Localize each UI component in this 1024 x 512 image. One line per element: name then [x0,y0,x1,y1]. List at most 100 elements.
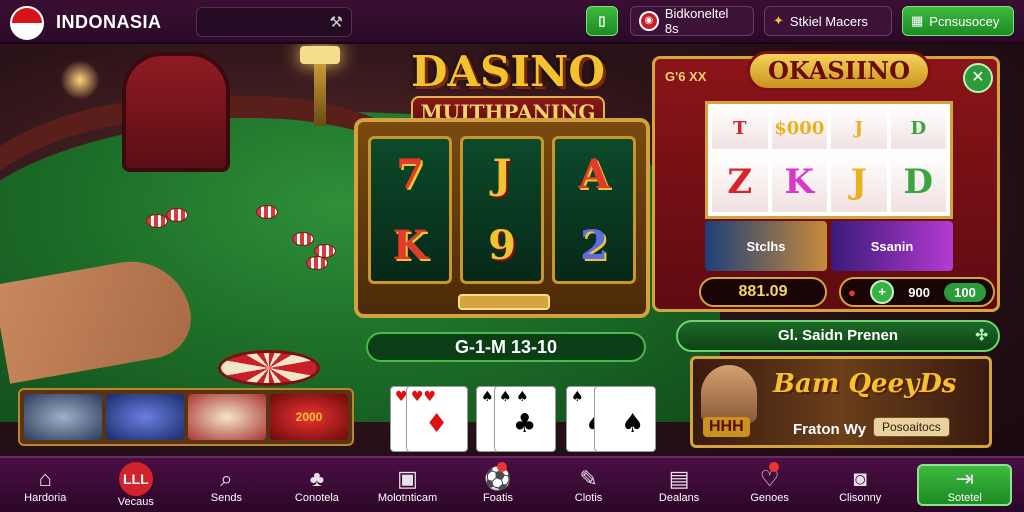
grid-cell: T [712,108,768,149]
ticket-icon: ✦ [773,13,784,28]
chip-stack [292,232,314,246]
chip-stack [256,205,278,219]
diamond-icon: ♦ [425,409,449,439]
header-button-label: Bidkoneltel 8s [664,6,729,36]
playing-card[interactable]: ♠ [594,386,656,452]
reel-symbol: 9 [488,222,516,269]
header-button-label: Stkiel Macers [789,13,868,29]
balance-display: 881.09 [699,277,827,307]
banner-title: Bam QeeyDs [773,369,957,399]
nav-label: Conotela [294,492,339,504]
grid-cell: J [831,108,887,149]
wallet-icon: ▯ [598,13,606,28]
nav-item-vecaus[interactable]: LLL Vecaus [91,458,182,512]
grid-cell: D [890,108,946,149]
promo-tile[interactable]: Ssanin [831,221,953,271]
top-bar: INDONASIA ⚒ ▯ ◉ Bidkoneltel 8s ✦ Stkiel … [0,0,1024,44]
chip-stack [166,208,188,222]
slot-logo: DASINO MUJTHPANING [388,50,628,128]
game-thumb[interactable]: 2000 [270,394,348,440]
search-input[interactable]: ⚒ [196,7,352,37]
slot-readout: G-1-M 13-10 [366,332,646,362]
grid-cell: K [771,152,827,212]
reel-symbol: 7 [396,151,424,198]
playing-card[interactable]: ♥♥ ♦ [406,386,468,452]
logout-icon: ⇥ [955,466,974,491]
spade-icon: ♠ [621,409,645,439]
nav-label: Vecaus [117,496,154,508]
notification-badge [768,462,779,472]
casino-chair [122,52,230,172]
nav-label: Foatis [483,492,513,504]
nav-item-clisonny[interactable]: ◙ Clisonny [815,458,906,512]
nav-item-logout[interactable]: ⇥ Sotetel [917,464,1013,506]
banner-button[interactable]: Posoaitocs [873,417,950,437]
chip-icon: ◉ [639,11,659,31]
wall-lamp-glow [60,60,100,100]
playing-card[interactable]: ♠ ♠ ♣ [494,386,556,452]
presenter-avatar [701,365,757,423]
bet-control: ● + 900 100 [839,277,995,307]
spade-icon: ♠ [571,389,584,405]
nav-item-clotis[interactable]: ✎ Clotis [543,458,634,512]
nav-item-genoes[interactable]: ♡ Genoes [724,458,815,512]
spin-bar[interactable] [458,294,550,310]
spade-icon: ♠ ♠ [499,389,529,405]
nav-label: Genoes [750,492,789,504]
heart-icon: ♥♥ [411,389,437,405]
header-button-1[interactable]: ◉ Bidkoneltel 8s [630,6,754,36]
bet-value: 900 [908,284,930,300]
wallet-icon-button[interactable]: ▯ [586,6,618,36]
promo-row: Stclhs Ssanin [705,221,953,271]
table-lamp [300,46,340,126]
promo-banner[interactable]: Bam QeeyDs HHH Fraton Wy Posoaitocs [690,356,992,448]
spin-action-button[interactable]: Gl. Saidn Prenen ✣ [676,320,1000,352]
panel-subtitle: G'6 XX [665,69,707,84]
chip-tray [218,350,320,386]
casino-icon: LLL [118,462,153,496]
spade-icon: ♠ [481,389,494,405]
header-button-2[interactable]: ✦ Stkiel Macers [764,6,892,36]
nav-item-home[interactable]: ⌂ Hardoria [0,458,91,512]
nav-item-search[interactable]: ⌕ Sends [181,458,272,512]
casino-app: INDONASIA ⚒ ▯ ◉ Bidkoneltel 8s ✦ Stkiel … [0,0,1024,512]
bet-button[interactable]: 100 [944,282,986,302]
nav-label: Sends [210,492,242,504]
header-button-3[interactable]: ▦ Pcnsusocey [902,6,1014,36]
reel-symbol: A [578,151,610,198]
chip-stack [146,214,168,228]
nav-item-molotnticam[interactable]: ▣ Molotnticam [362,458,453,512]
expand-icon: ✣ [975,327,988,344]
logo-title: DASINO [411,47,605,96]
symbol-grid: T $000 J D Z K J D [705,101,953,219]
game-panel: G'6 XX OKASIINO ✕ T $000 J D Z K J D Stc… [652,51,1000,312]
club-icon: ♣ [513,409,537,439]
nav-label: Hardoria [24,492,67,504]
plus-icon[interactable]: + [870,280,895,304]
nav-label: Dealans [658,492,700,504]
home-icon: ⌂ [38,466,52,491]
slot-reel: J 9 [460,136,544,284]
promo-tile[interactable]: Stclhs [705,221,827,271]
thumb-label: 2000 [295,410,323,424]
slot-machine[interactable]: 7 K J 9 A 2 [354,118,650,318]
nav-item-conotela[interactable]: ♣ Conotela [272,458,363,512]
game-thumb[interactable] [106,394,184,440]
nav-item-sports[interactable]: ⚽ Foatis [453,458,544,512]
game-thumb[interactable] [188,394,266,440]
club-icon: ♣ [309,466,325,491]
nav-item-dealans[interactable]: ▤ Dealans [634,458,725,512]
spin-action-label: Gl. Saidn Prenen [777,327,899,344]
nav-label: Molotnticam [377,492,438,504]
game-thumb[interactable] [24,394,102,440]
tools-icon[interactable]: ⚒ [330,13,343,31]
flag-icon[interactable] [10,6,44,40]
grid-icon: ▦ [911,13,924,28]
chip-stack [306,256,328,270]
bottom-nav: ⌂ Hardoria LLL Vecaus ⌕ Sends ♣ Conotela ▣ Mo… [0,456,1024,512]
reel-symbol: K [392,222,428,269]
list-icon: ▤ [668,466,690,491]
slot-reel: 7 K [368,136,452,284]
edit-icon: ✎ [579,466,598,491]
close-icon[interactable]: ✕ [963,63,993,93]
